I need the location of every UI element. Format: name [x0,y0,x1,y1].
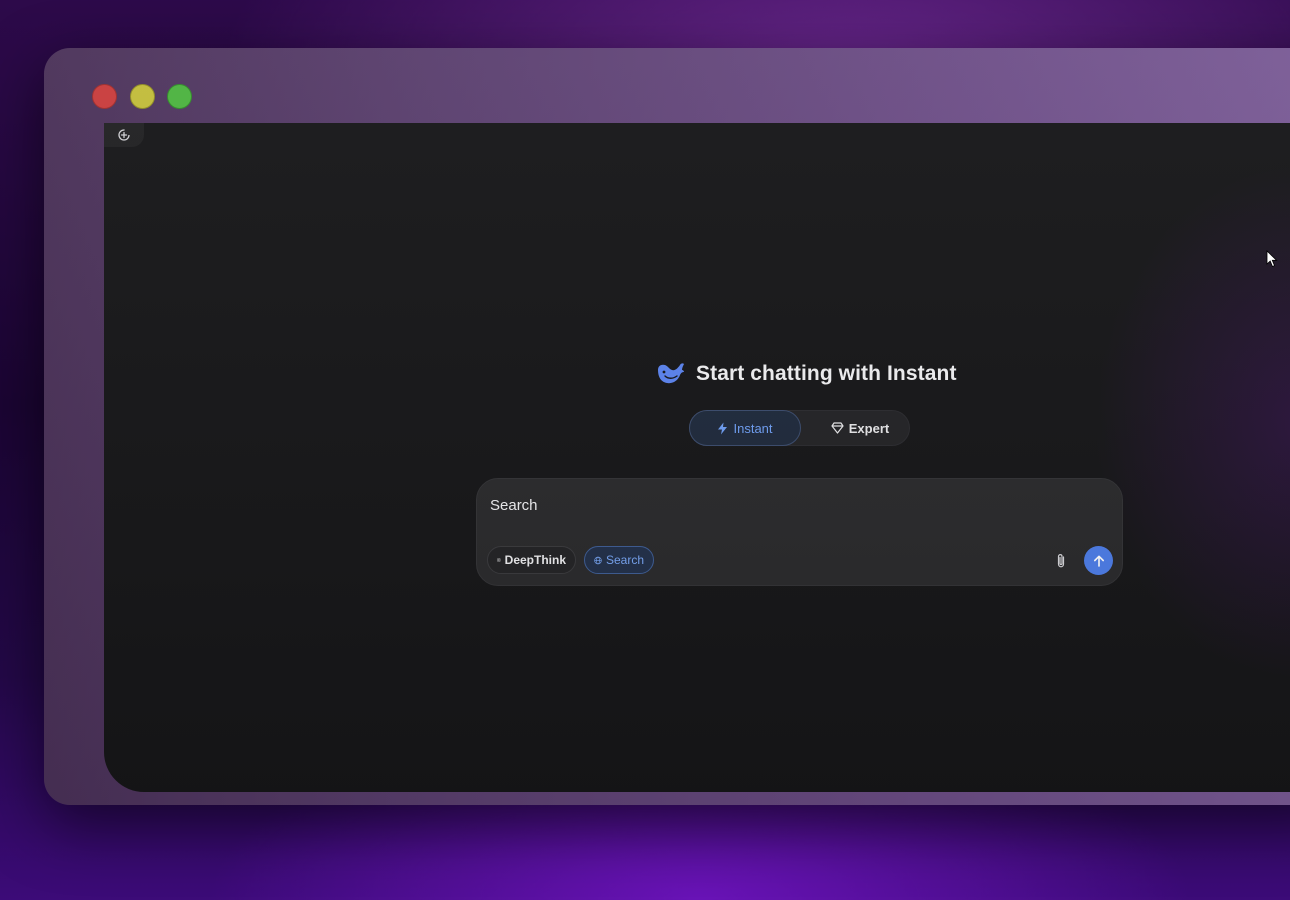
deepthink-toggle[interactable]: DeepThink [487,546,576,574]
sidebar-toggle-button[interactable] [104,123,144,147]
diamond-icon [831,422,844,434]
window-close-button[interactable] [92,84,117,109]
globe-icon [594,556,602,564]
window-maximize-button[interactable] [167,84,192,109]
page-title: Start chatting with Instant [696,362,957,385]
mode-expert-button[interactable]: Expert [810,410,910,446]
message-composer: DeepThink Search [476,478,1123,586]
mode-instant-button[interactable]: Instant [689,410,801,446]
chat-app: Start chatting with Instant Instant Expe… [104,123,1290,792]
attach-button[interactable] [1050,550,1072,572]
mode-expert-label: Expert [848,420,890,436]
arrow-up-icon [1093,555,1104,567]
mode-toggle: Instant Expert [689,410,910,446]
search-toggle[interactable]: Search [584,546,654,574]
deepthink-label: DeepThink [504,553,566,567]
message-input[interactable] [490,494,1050,516]
window-minimize-button[interactable] [130,84,155,109]
paperclip-icon [1057,553,1065,568]
whale-logo-icon [658,363,684,384]
app-window: Start chatting with Instant Instant Expe… [44,48,1290,805]
mouse-cursor-icon [1266,250,1278,268]
search-label: Search [605,553,644,567]
lightning-icon [718,422,728,434]
atom-icon [497,558,501,562]
welcome-heading: Start chatting with Instant [656,358,957,390]
mode-instant-label: Instant [733,420,773,436]
send-button[interactable] [1084,546,1113,575]
background-glow [1094,163,1290,683]
new-chat-icon [118,129,130,141]
